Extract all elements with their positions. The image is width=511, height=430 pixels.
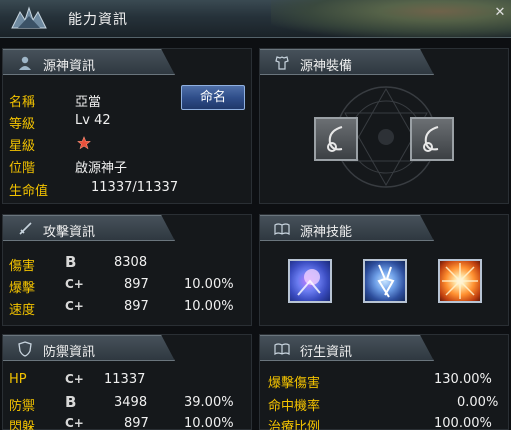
speed-value: 897 (124, 299, 149, 314)
armor-icon (275, 56, 289, 70)
speed-label: 速度 (9, 303, 36, 318)
skill-slot-3[interactable] (438, 259, 482, 303)
title-bar: 能力資訊 ✕ (0, 0, 511, 38)
skill-slot-2[interactable] (363, 259, 407, 303)
damage-value: 8308 (114, 255, 148, 270)
def-hp-value: 11337 (104, 372, 146, 387)
hp-label: 生命值 (9, 184, 49, 199)
derived-title: 衍生資訊 (300, 345, 353, 360)
source-info-header: 源神資訊 (3, 49, 175, 75)
name-value: 亞當 (75, 95, 102, 110)
crit-value: 897 (124, 277, 149, 292)
defense-label: 防禦 (9, 399, 36, 414)
level-label: 等級 (9, 117, 36, 132)
equipment-panel: 源神裝備 (259, 48, 509, 204)
crit-percent: 10.00% (184, 277, 234, 292)
defense-header: 防禦資訊 (3, 335, 175, 361)
window-title: 能力資訊 (68, 12, 128, 28)
star-label: 星級 (9, 139, 36, 154)
name-label: 名稱 (9, 95, 36, 110)
rank-label: 位階 (9, 161, 36, 176)
close-button[interactable]: ✕ (493, 6, 507, 20)
rank-c-plus-icon: C+ (65, 277, 84, 291)
rank-b-icon: B (65, 253, 77, 271)
damage-label: 傷害 (9, 259, 36, 274)
hit-rate-label: 命中機率 (268, 399, 321, 414)
evasion-value: 897 (124, 416, 149, 430)
skill-slot-1[interactable] (288, 259, 332, 303)
game-logo-icon (11, 6, 47, 29)
skills-header: 源神技能 (260, 215, 434, 241)
defense-value: 3498 (114, 395, 148, 410)
hit-rate-value: 0.00% (457, 395, 499, 410)
equipment-slot-1[interactable] (314, 117, 358, 161)
heal-ratio-value: 100.00% (434, 416, 492, 430)
skills-panel: 源神技能 (259, 214, 509, 326)
empty-slot-icon (327, 126, 343, 152)
crit-damage-label: 爆擊傷害 (268, 376, 321, 391)
defense-percent: 39.00% (184, 395, 234, 410)
skills-title: 源神技能 (300, 225, 353, 240)
burst-icon (442, 263, 478, 299)
star-icon (77, 136, 91, 150)
speed-percent: 10.00% (184, 299, 234, 314)
skill-orb-icon (297, 269, 321, 296)
defense-title: 防禦資訊 (43, 345, 96, 360)
lightning-icon (377, 264, 395, 298)
evasion-percent: 10.00% (184, 416, 234, 430)
equipment-slot-2[interactable] (410, 117, 454, 161)
shield-icon (18, 341, 32, 357)
rank-b-icon: B (65, 393, 77, 411)
sword-icon (19, 222, 32, 235)
rank-c-plus-icon: C+ (65, 372, 84, 386)
crit-label: 爆擊 (9, 281, 36, 296)
derived-header: 衍生資訊 (260, 335, 434, 361)
rank-c-plus-icon: C+ (65, 416, 84, 430)
evasion-label: 閃躲 (9, 420, 36, 430)
rename-button[interactable]: 命名 (181, 85, 245, 110)
crit-damage-value: 130.00% (434, 372, 492, 387)
empty-slot-icon (423, 126, 439, 152)
hp-value: 11337/11337 (91, 180, 179, 195)
source-info-title: 源神資訊 (43, 59, 96, 74)
attack-title: 攻擊資訊 (43, 225, 96, 240)
title-background-art (271, 0, 511, 38)
def-hp-label: HP (9, 372, 27, 387)
person-icon (19, 56, 31, 70)
equipment-header: 源神裝備 (260, 49, 434, 75)
equipment-title: 源神裝備 (300, 59, 353, 74)
book-icon (274, 343, 290, 356)
book-icon (274, 223, 290, 236)
level-value: Lv 42 (75, 113, 111, 128)
rank-c-plus-icon: C+ (65, 299, 84, 313)
heal-ratio-label: 治療比例 (268, 420, 321, 430)
attack-header: 攻擊資訊 (3, 215, 175, 241)
rank-value: 啟源神子 (75, 161, 128, 176)
